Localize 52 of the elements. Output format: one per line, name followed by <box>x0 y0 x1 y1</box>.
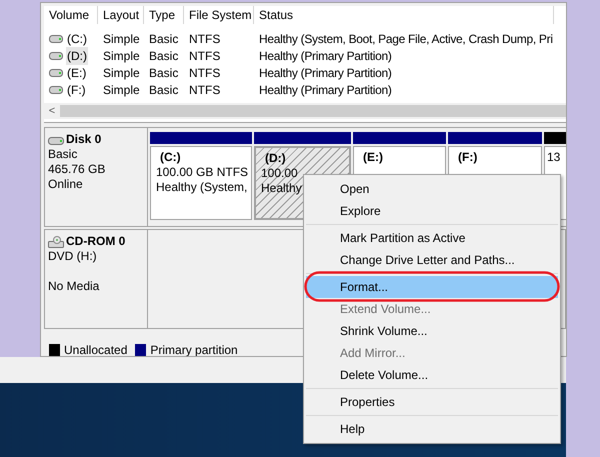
column-header[interactable]: Status <box>254 6 554 24</box>
partition-block[interactable]: (C:) 100.00 GB NTFS Healthy (System, <box>150 146 252 220</box>
table-cell-text: NTFS <box>189 30 220 48</box>
table-cell-text: Healthy (System, Boot, Page File, Active, Crash Dump, Pri <box>259 30 553 48</box>
disk-name: CD-ROM 0 <box>66 234 126 249</box>
table-cell-text: Healthy (Primary Partition) <box>259 48 392 64</box>
column-header[interactable]: Volume <box>44 6 98 24</box>
drive-letter[interactable]: (D:) <box>66 46 88 64</box>
disk-info: No Media <box>48 279 100 294</box>
legend-label: Unallocated <box>64 342 128 356</box>
partition-text: 13 <box>547 150 562 165</box>
menu-item[interactable]: Format... <box>306 276 558 298</box>
partition-text: (E:) <box>362 150 384 165</box>
partition-text: 100.00 GB NTFS <box>156 165 249 180</box>
table-cell-text: Basic <box>149 48 178 64</box>
table-cell-text: Simple <box>103 48 140 64</box>
menu-item[interactable]: Change Drive Letter and Paths... <box>306 249 558 274</box>
scroll-left-button[interactable]: < <box>44 102 60 120</box>
table-cell-text: Basic <box>149 82 178 98</box>
disk-info: Online <box>48 177 84 192</box>
menu-item[interactable]: Mark Partition as Active <box>306 227 558 249</box>
table-cell-text: Basic <box>149 30 178 48</box>
disk-info: Basic <box>48 147 78 162</box>
partition-text: Healthy (System, <box>156 180 248 195</box>
menu-item[interactable]: Explore <box>306 200 558 225</box>
table-cell-text: Healthy (Primary Partition) <box>259 82 392 98</box>
partition-text: 100.00 <box>261 166 299 181</box>
disk-name: Disk 0 <box>66 132 102 147</box>
disk-info: 465.76 GB <box>48 162 106 177</box>
table-cell-text: Simple <box>103 82 140 98</box>
partition-text: (F:) <box>457 150 478 165</box>
column-header[interactable]: Type <box>144 6 184 24</box>
table-cell-text: Simple <box>103 64 140 82</box>
disk-info: DVD (H:) <box>48 249 98 264</box>
table-cell-text: NTFS <box>189 82 220 98</box>
table-cell-text: Healthy (Primary Partition) <box>259 64 392 82</box>
drive-letter[interactable]: (E:) <box>66 64 88 82</box>
menu-item[interactable]: Delete Volume... <box>306 364 558 389</box>
column-header[interactable]: Layout <box>98 6 144 24</box>
horizontal-scrollbar[interactable]: < <box>44 103 566 119</box>
drive-letter[interactable]: (F:) <box>66 80 87 98</box>
table-cell-text: NTFS <box>189 48 220 64</box>
column-header[interactable]: File System <box>184 6 254 24</box>
menu-item[interactable]: Properties <box>306 391 558 416</box>
partition-text: (C:) <box>159 150 182 165</box>
drive-letter[interactable]: (C:) <box>66 30 88 48</box>
menu-item[interactable]: Shrink Volume... <box>306 320 558 342</box>
table-cell-text: NTFS <box>189 64 220 82</box>
table-cell-text: Basic <box>149 64 178 82</box>
partition-text: (D:) <box>264 151 287 166</box>
menu-item[interactable]: Help <box>306 418 558 440</box>
table-cell-text: Simple <box>103 30 140 48</box>
